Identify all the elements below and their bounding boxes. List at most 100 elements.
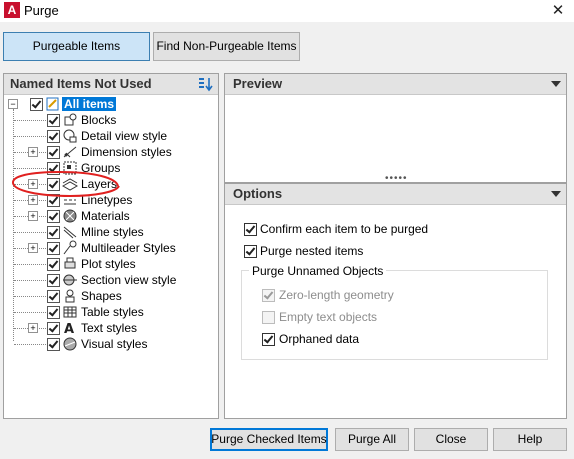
tree-guide-line — [14, 136, 46, 137]
purgeable-items-button[interactable]: Purgeable Items — [3, 32, 150, 61]
tree-item-label: Section view style — [81, 273, 177, 287]
groups-icon — [63, 161, 77, 175]
expand-node-icon[interactable]: + — [28, 243, 38, 253]
materials-icon — [63, 209, 77, 223]
tree-item-checkbox[interactable] — [47, 146, 60, 159]
tree-item-label: Dimension styles — [81, 145, 172, 159]
tree-item-label: Text styles — [81, 321, 138, 335]
collapse-tree-icon[interactable]: − — [8, 99, 18, 109]
purge-checked-label: Purge Checked Items — [211, 432, 327, 446]
tree-item-label: Materials — [81, 209, 130, 223]
tree-item-row[interactable]: + Materials — [4, 208, 218, 224]
tree-item-row[interactable]: Table styles — [4, 304, 218, 320]
find-non-purgeable-label: Find Non-Purgeable Items — [156, 39, 297, 53]
options-header[interactable]: Options — [225, 184, 566, 205]
named-items-panel: Named Items Not Used − All items Blocks Det… — [3, 73, 219, 419]
detail-view-icon — [63, 129, 77, 143]
section-view-icon — [63, 274, 77, 286]
tree-item-checkbox[interactable] — [47, 226, 60, 239]
tree-item-label: Layers — [81, 177, 118, 191]
tree-item-checkbox[interactable] — [47, 274, 60, 287]
tree-item-row[interactable]: + A Text styles — [4, 320, 218, 336]
layers-icon — [62, 178, 78, 191]
preview-panel: Preview ••••• — [224, 73, 567, 184]
purge-nested-checkbox[interactable] — [244, 245, 257, 258]
expand-node-icon[interactable]: + — [28, 147, 38, 157]
close-label: Close — [435, 432, 467, 446]
tree-item-row[interactable]: Detail view style — [4, 128, 218, 144]
tree-item-label: Plot styles — [81, 257, 136, 271]
collapse-arrow-icon[interactable] — [551, 81, 561, 87]
purgeable-items-label: Purgeable Items — [32, 39, 121, 53]
zero-length-label: Zero-length geometry — [279, 288, 394, 302]
tree-item-checkbox[interactable] — [47, 322, 60, 335]
blocks-icon — [64, 113, 77, 126]
splitter-grip-icon[interactable]: ••••• — [385, 174, 408, 184]
table-icon — [63, 306, 77, 318]
tree-item-row[interactable]: Mline styles — [4, 224, 218, 240]
tree-guide-line — [14, 168, 46, 169]
tree-item-label: Blocks — [81, 113, 117, 127]
orphaned-data-checkbox[interactable] — [262, 333, 275, 346]
tree-guide-line — [14, 264, 46, 265]
tree-guide-line — [14, 280, 46, 281]
mline-icon — [63, 226, 77, 239]
confirm-checkbox[interactable] — [244, 223, 257, 236]
expand-node-icon[interactable]: + — [28, 211, 38, 221]
tree-guide-line — [14, 296, 46, 297]
expand-node-icon[interactable]: + — [28, 323, 38, 333]
tree-item-checkbox[interactable] — [47, 178, 60, 191]
tree-item-label: Groups — [81, 161, 121, 175]
tree-item-checkbox[interactable] — [47, 258, 60, 271]
named-items-title: Named Items Not Used — [10, 76, 152, 91]
tree-item-row[interactable]: + Linetypes — [4, 192, 218, 208]
tree-item-checkbox[interactable] — [47, 306, 60, 319]
close-window-icon[interactable]: ✕ — [548, 1, 568, 21]
tree-item-row[interactable]: + Multileader Styles — [4, 240, 218, 256]
tree-item-row[interactable]: + Layers — [4, 176, 218, 192]
help-button[interactable]: Help — [493, 428, 567, 451]
tree-item-row[interactable]: Plot styles — [4, 256, 218, 272]
empty-text-checkbox[interactable] — [262, 311, 275, 324]
shapes-icon — [65, 289, 75, 303]
purge-all-button[interactable]: Purge All — [335, 428, 409, 451]
purge-checked-items-button[interactable]: Purge Checked Items — [210, 428, 328, 451]
zero-length-checkbox[interactable] — [262, 289, 275, 302]
tree-item-row[interactable]: Visual styles — [4, 336, 218, 352]
tree-item-row[interactable]: Shapes — [4, 288, 218, 304]
tree-item-checkbox[interactable] — [47, 338, 60, 351]
tree-item-row[interactable]: Section view style — [4, 272, 218, 288]
expand-node-icon[interactable]: + — [28, 195, 38, 205]
tree-item-checkbox[interactable] — [47, 114, 60, 127]
expand-node-icon[interactable]: + — [28, 179, 38, 189]
tree-guide-line — [14, 232, 46, 233]
tree-item-label: Shapes — [81, 289, 122, 303]
svg-text:A: A — [64, 322, 74, 336]
preview-header[interactable]: Preview — [225, 74, 566, 95]
tree-item-checkbox[interactable] — [47, 194, 60, 207]
tree-item-checkbox[interactable] — [47, 210, 60, 223]
multileader-icon — [63, 240, 77, 255]
tree-item-row[interactable]: Blocks — [4, 112, 218, 128]
tree-item-row[interactable]: + Dimension styles — [4, 144, 218, 160]
tree-guide-line — [14, 120, 46, 121]
title-bar: A Purge ✕ — [0, 0, 574, 22]
tree-item-checkbox[interactable] — [47, 162, 60, 175]
tree-root-row[interactable]: − All items — [4, 96, 218, 112]
tree-item-checkbox[interactable] — [47, 290, 60, 303]
tree-item-label: Detail view style — [81, 129, 168, 143]
tree-item-label: Table styles — [81, 305, 144, 319]
find-non-purgeable-button[interactable]: Find Non-Purgeable Items — [153, 32, 300, 61]
empty-text-label: Empty text objects — [279, 310, 378, 324]
collapse-arrow-icon[interactable] — [551, 191, 561, 197]
tree-guide-line — [14, 312, 46, 313]
visual-style-icon — [63, 337, 77, 351]
close-button[interactable]: Close — [414, 428, 488, 451]
all-items-checkbox[interactable] — [30, 98, 43, 111]
sort-icon[interactable] — [198, 76, 214, 92]
tree-item-row[interactable]: Groups — [4, 160, 218, 176]
tree-item-checkbox[interactable] — [47, 130, 60, 143]
confirm-label: Confirm each item to be purged — [260, 222, 429, 236]
tree-item-checkbox[interactable] — [47, 242, 60, 255]
tree-view: − All items Blocks Detail view style + Dimens… — [4, 95, 218, 415]
